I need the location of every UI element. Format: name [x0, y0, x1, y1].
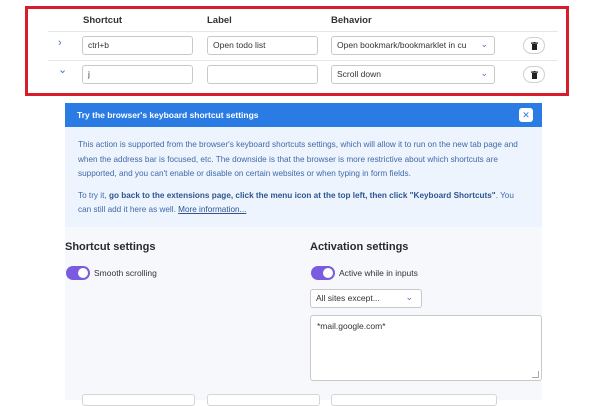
info-banner-title: Try the browser's keyboard shortcut sett…: [65, 103, 542, 127]
more-information-link[interactable]: More information...: [178, 205, 246, 214]
info-paragraph: This action is supported from the browse…: [78, 140, 518, 178]
smooth-scrolling-label: Smooth scrolling: [94, 268, 157, 278]
highlight-box: [25, 6, 569, 96]
instructions-steps: go back to the extensions page, click th…: [108, 190, 496, 200]
chevron-down-icon: ⌄: [405, 292, 413, 302]
active-in-inputs-label: Active while in inputs: [339, 268, 418, 278]
next-row-input[interactable]: [82, 394, 195, 406]
info-message: This action is supported from the browse…: [65, 127, 542, 227]
next-row-input[interactable]: [207, 394, 320, 406]
close-icon[interactable]: ✕: [519, 108, 533, 122]
shortcut-settings-title: Shortcut settings: [65, 241, 156, 253]
instructions-prefix: To try it,: [78, 190, 109, 200]
sites-list-value: *mail.google.com*: [317, 321, 386, 331]
sites-select[interactable]: All sites except... ⌄: [310, 289, 422, 308]
sites-list-textarea[interactable]: *mail.google.com*: [310, 315, 542, 381]
activation-settings-title: Activation settings: [310, 241, 409, 253]
next-row-select[interactable]: [331, 394, 497, 406]
info-paragraph-instructions: To try it, go back to the extensions pag…: [78, 189, 528, 218]
smooth-scrolling-toggle[interactable]: [66, 266, 90, 280]
resize-handle[interactable]: [532, 371, 539, 378]
sites-select-value: All sites except...: [316, 293, 380, 303]
active-in-inputs-toggle[interactable]: [311, 266, 335, 280]
